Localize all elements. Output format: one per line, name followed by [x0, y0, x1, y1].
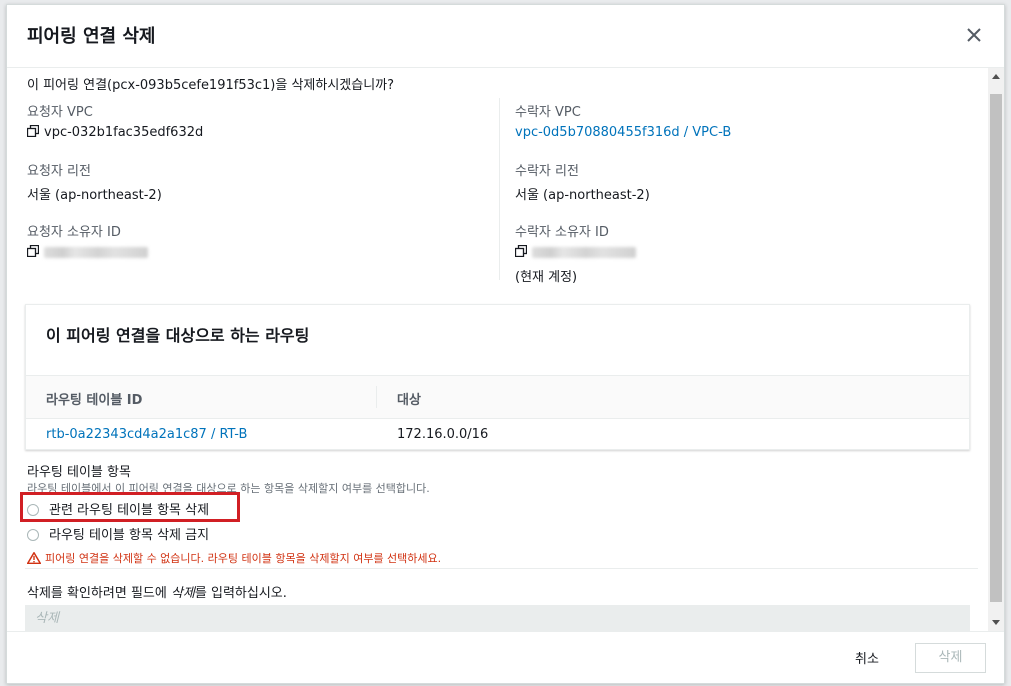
accepter-vpc-link[interactable]: vpc-0d5b70880455f316d / VPC-B — [515, 125, 731, 140]
redacted-account-id — [532, 247, 636, 258]
column-header-destination: 대상 — [397, 393, 421, 408]
confirm-delete-input[interactable] — [25, 605, 970, 631]
copy-icon[interactable] — [27, 125, 39, 137]
dialog-body: 이 피어링 연결(pcx-093b5cefe191f53c1)을 삭제하시겠습니… — [7, 68, 988, 631]
requester-region-field: 요청자 리전 서울 (ap-northeast-2) — [27, 160, 162, 203]
requester-vpc-label: 요청자 VPC — [27, 105, 93, 120]
accepter-owner-field: 수락자 소유자 ID (현재 계정) — [515, 221, 636, 285]
routes-table-header: 라우팅 테이블 ID 대상 — [26, 375, 969, 419]
delete-peering-dialog: 피어링 연결 삭제 이 피어링 연결(pcx-093b5cefe191f53c1… — [6, 4, 1005, 684]
requester-region-value: 서울 (ap-northeast-2) — [27, 188, 162, 203]
route-destination: 172.16.0.0/16 — [397, 427, 489, 442]
accepter-owner-label: 수락자 소유자 ID — [515, 225, 609, 240]
accepter-vpc-label: 수락자 VPC — [515, 105, 581, 120]
routes-title: 이 피어링 연결을 대상으로 하는 라우팅 — [46, 326, 310, 345]
dialog-title: 피어링 연결 삭제 — [27, 26, 156, 47]
route-entries-label: 라우팅 테이블 항목 — [27, 465, 131, 480]
delete-button[interactable]: 삭제 — [915, 643, 986, 673]
confirm-label-before: 삭제를 확인하려면 필드에 — [27, 586, 171, 601]
column-divider — [499, 98, 500, 280]
scroll-down-icon[interactable] — [992, 620, 1000, 625]
dialog-footer: 취소 삭제 — [7, 631, 1004, 686]
radio-label: 관련 라우팅 테이블 항목 삭제 — [49, 503, 210, 518]
confirm-label-after: 를 입력하십시오. — [194, 586, 287, 601]
scroll-up-icon[interactable] — [992, 74, 1000, 79]
accepter-region-value: 서울 (ap-northeast-2) — [515, 188, 650, 203]
accepter-vpc-field: 수락자 VPC vpc-0d5b70880455f316d / VPC-B — [515, 101, 731, 140]
warning-icon — [27, 552, 41, 564]
column-header-route-table-id: 라우팅 테이블 ID — [46, 393, 143, 408]
copy-icon[interactable] — [515, 245, 527, 257]
radio-circle[interactable] — [27, 504, 39, 516]
requester-owner-field: 요청자 소유자 ID — [27, 221, 148, 260]
requester-owner-label: 요청자 소유자 ID — [27, 225, 121, 240]
radio-delete-route-entries[interactable]: 관련 라우팅 테이블 항목 삭제 — [27, 499, 209, 519]
close-icon — [967, 28, 981, 42]
requester-vpc-field: 요청자 VPC vpc-032b1fac35edf632d — [27, 101, 203, 140]
requester-region-label: 요청자 리전 — [27, 164, 91, 179]
redacted-account-id — [44, 247, 148, 258]
close-button[interactable] — [962, 23, 986, 47]
accepter-region-field: 수락자 리전 서울 (ap-northeast-2) — [515, 160, 650, 203]
divider — [25, 568, 978, 569]
accepter-region-label: 수락자 리전 — [515, 164, 579, 179]
vertical-scrollbar[interactable] — [988, 68, 1004, 631]
copy-icon[interactable] — [27, 245, 39, 257]
route-table-link[interactable]: rtb-0a22343cd4a2a1c87 / RT-B — [46, 427, 247, 442]
requester-vpc-value: vpc-032b1fac35edf632d — [44, 125, 204, 140]
confirm-question: 이 피어링 연결(pcx-093b5cefe191f53c1)을 삭제하시겠습니… — [27, 78, 395, 93]
radio-circle[interactable] — [27, 529, 39, 541]
confirm-label-word: 삭제 — [170, 586, 195, 601]
confirm-input-label: 삭제를 확인하려면 필드에 삭제를 입력하십시오. — [27, 582, 287, 601]
routes-container: 이 피어링 연결을 대상으로 하는 라우팅 라우팅 테이블 ID 대상 rtb-… — [25, 304, 970, 450]
warning-text: 피어링 연결을 삭제할 수 없습니다. 라우팅 테이블 항목을 삭제할지 여부를… — [45, 552, 442, 565]
scrollbar-thumb[interactable] — [990, 94, 1002, 602]
cancel-button[interactable]: 취소 — [855, 648, 879, 667]
radio-keep-route-entries[interactable]: 라우팅 테이블 항목 삭제 금지 — [27, 524, 209, 544]
accepter-owner-note: (현재 계정) — [515, 270, 578, 285]
validation-warning: 피어링 연결을 삭제할 수 없습니다. 라우팅 테이블 항목을 삭제할지 여부를… — [27, 550, 441, 566]
dialog-header: 피어링 연결 삭제 — [7, 5, 1004, 68]
column-separator — [376, 386, 377, 408]
radio-label: 라우팅 테이블 항목 삭제 금지 — [49, 528, 210, 543]
